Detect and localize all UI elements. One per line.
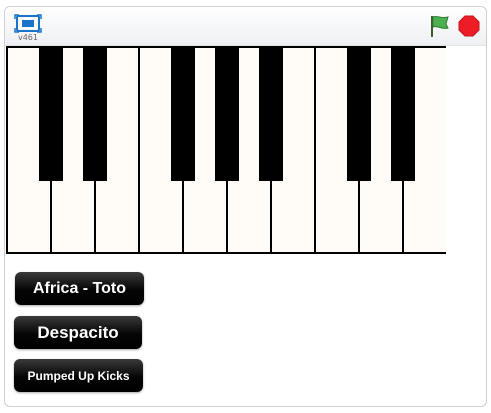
black-key[interactable]	[39, 46, 63, 181]
black-key[interactable]	[215, 46, 239, 181]
fullscreen-icon	[14, 14, 42, 33]
stop-button[interactable]	[458, 15, 480, 37]
player-toolbar: v461	[5, 7, 486, 46]
pumped-up-kicks-button[interactable]: Pumped Up Kicks	[14, 359, 143, 392]
piano-keyboard	[6, 46, 446, 254]
stage[interactable]: Africa - Toto Despacito Pumped Up Kicks	[6, 46, 486, 406]
stop-sign-icon	[458, 15, 480, 37]
fullscreen-button[interactable]: v461	[14, 14, 42, 42]
green-flag-button[interactable]	[427, 14, 451, 38]
black-key[interactable]	[391, 46, 415, 181]
project-player: v461 Africa - Toto Despacito Pumped Up K…	[4, 6, 487, 407]
black-key[interactable]	[83, 46, 107, 181]
black-key[interactable]	[171, 46, 195, 181]
green-flag-icon	[431, 15, 449, 37]
version-label: v461	[17, 33, 38, 42]
black-key[interactable]	[347, 46, 371, 181]
despacito-button[interactable]: Despacito	[14, 316, 142, 349]
black-key[interactable]	[259, 46, 283, 181]
africa-toto-button[interactable]: Africa - Toto	[15, 272, 144, 305]
